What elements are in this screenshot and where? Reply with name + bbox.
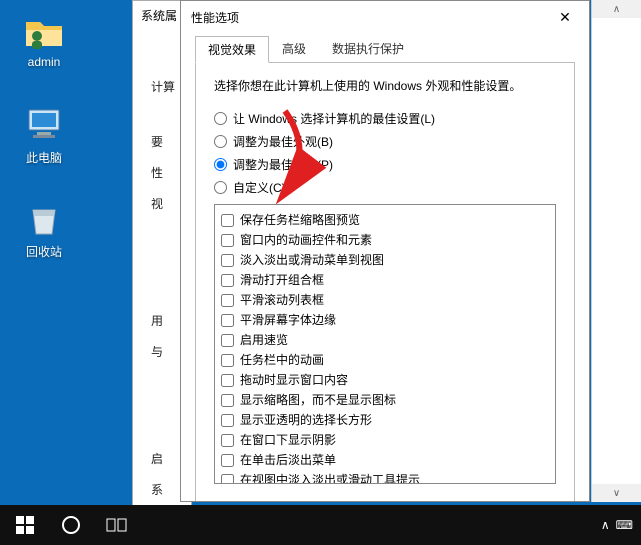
effect-checkbox-row[interactable]: 在视图中淡入淡出或滑动工具提示 xyxy=(221,471,549,484)
effect-checkbox-row[interactable]: 窗口内的动画控件和元素 xyxy=(221,231,549,249)
back-row: 系 xyxy=(151,481,183,498)
tab-dep[interactable]: 数据执行保护 xyxy=(319,35,417,62)
effect-checkbox-label: 平滑屏幕字体边缘 xyxy=(240,311,336,329)
radio-custom[interactable]: 自定义(C): xyxy=(214,179,556,196)
back-row: 性 xyxy=(151,164,183,181)
dialog-titlebar[interactable]: 性能选项 ✕ xyxy=(181,1,589,33)
effect-checkbox-row[interactable]: 显示亚透明的选择长方形 xyxy=(221,411,549,429)
taskbar: ∧ ⌨ xyxy=(0,505,641,545)
effect-checkbox[interactable] xyxy=(221,314,234,327)
effect-checkbox-row[interactable]: 平滑屏幕字体边缘 xyxy=(221,311,549,329)
effect-checkbox-label: 滑动打开组合框 xyxy=(240,271,324,289)
intro-text: 选择你想在此计算机上使用的 Windows 外观和性能设置。 xyxy=(214,77,556,94)
start-button[interactable] xyxy=(2,505,48,545)
effect-checkbox[interactable] xyxy=(221,474,234,485)
effect-checkbox-label: 显示亚透明的选择长方形 xyxy=(240,411,372,429)
effect-checkbox[interactable] xyxy=(221,214,234,227)
taskview-icon xyxy=(106,517,128,533)
effect-checkbox-label: 启用速览 xyxy=(240,331,288,349)
task-view-button[interactable] xyxy=(94,505,140,545)
tab-strip: 视觉效果 高级 数据执行保护 xyxy=(195,35,575,62)
effect-checkbox[interactable] xyxy=(221,414,234,427)
effects-checklist[interactable]: 保存任务栏缩略图预览窗口内的动画控件和元素淡入淡出或滑动菜单到视图滑动打开组合框… xyxy=(214,204,556,484)
close-icon: ✕ xyxy=(559,9,571,26)
effect-checkbox[interactable] xyxy=(221,374,234,387)
cortana-search-button[interactable] xyxy=(48,505,94,545)
back-tab-label: 计算 xyxy=(151,78,183,95)
effect-checkbox-row[interactable]: 淡入淡出或滑动菜单到视图 xyxy=(221,251,549,269)
radio-input[interactable] xyxy=(214,181,227,194)
tray-ime-icon[interactable]: ⌨ xyxy=(616,518,633,532)
effect-checkbox[interactable] xyxy=(221,354,234,367)
tab-label: 视觉效果 xyxy=(208,43,256,57)
radio-best-appearance[interactable]: 调整为最佳外观(B) xyxy=(214,133,556,150)
effect-checkbox-row[interactable]: 在窗口下显示阴影 xyxy=(221,431,549,449)
radio-let-windows-choose[interactable]: 让 Windows 选择计算机的最佳设置(L) xyxy=(214,110,556,127)
effect-checkbox-row[interactable]: 拖动时显示窗口内容 xyxy=(221,371,549,389)
effect-checkbox[interactable] xyxy=(221,274,234,287)
desktop-icon-label: admin xyxy=(8,55,80,69)
desktop-icon-recycle[interactable]: 回收站 xyxy=(8,198,80,260)
radio-input[interactable] xyxy=(214,135,227,148)
effect-checkbox[interactable] xyxy=(221,434,234,447)
radio-label: 调整为最佳外观(B) xyxy=(233,133,333,150)
back-row: 与 xyxy=(151,343,183,360)
scroll-down[interactable]: ∨ xyxy=(592,484,641,502)
radio-group: 让 Windows 选择计算机的最佳设置(L) 调整为最佳外观(B) 调整为最佳… xyxy=(214,110,556,196)
radio-label: 让 Windows 选择计算机的最佳设置(L) xyxy=(233,110,435,127)
effect-checkbox[interactable] xyxy=(221,394,234,407)
close-button[interactable]: ✕ xyxy=(545,3,585,31)
effect-checkbox-label: 拖动时显示窗口内容 xyxy=(240,371,348,389)
effect-checkbox-row[interactable]: 在单击后淡出菜单 xyxy=(221,451,549,469)
scroll-up[interactable]: ∧ xyxy=(592,0,641,18)
radio-input[interactable] xyxy=(214,158,227,171)
desktop-icon-label: 此电脑 xyxy=(8,149,80,166)
effect-checkbox-row[interactable]: 保存任务栏缩略图预览 xyxy=(221,211,549,229)
tray-chevron-up-icon[interactable]: ∧ xyxy=(601,518,610,532)
effect-checkbox-row[interactable]: 启用速览 xyxy=(221,331,549,349)
effect-checkbox[interactable] xyxy=(221,334,234,347)
back-row: 用 xyxy=(151,312,183,329)
background-scroll-area: ∧ ∨ xyxy=(591,0,641,502)
circle-icon xyxy=(61,515,81,535)
effect-checkbox-row[interactable]: 平滑滚动列表框 xyxy=(221,291,549,309)
tab-label: 数据执行保护 xyxy=(332,42,404,56)
windows-logo-icon xyxy=(16,516,34,534)
effect-checkbox-row[interactable]: 任务栏中的动画 xyxy=(221,351,549,369)
effect-checkbox-label: 淡入淡出或滑动菜单到视图 xyxy=(240,251,384,269)
effect-checkbox-label: 在单击后淡出菜单 xyxy=(240,451,336,469)
effect-checkbox[interactable] xyxy=(221,454,234,467)
user-folder-icon xyxy=(23,10,65,52)
back-row: 要 xyxy=(151,133,183,150)
radio-label: 调整为最佳性能(P) xyxy=(233,156,333,173)
effect-checkbox-row[interactable]: 滑动打开组合框 xyxy=(221,271,549,289)
effect-checkbox-label: 平滑滚动列表框 xyxy=(240,291,324,309)
radio-input[interactable] xyxy=(214,112,227,125)
effect-checkbox-label: 在视图中淡入淡出或滑动工具提示 xyxy=(240,471,420,484)
thispc-icon xyxy=(23,104,65,146)
effect-checkbox-row[interactable]: 显示缩略图，而不是显示图标 xyxy=(221,391,549,409)
tab-visual-effects[interactable]: 视觉效果 xyxy=(195,36,269,63)
performance-options-dialog: 性能选项 ✕ 视觉效果 高级 数据执行保护 选择你想在此计算机上使用的 Wind… xyxy=(180,0,590,502)
effect-checkbox-label: 任务栏中的动画 xyxy=(240,351,324,369)
effect-checkbox-label: 保存任务栏缩略图预览 xyxy=(240,211,360,229)
desktop-icon-label: 回收站 xyxy=(8,243,80,260)
radio-best-performance[interactable]: 调整为最佳性能(P) xyxy=(214,156,556,173)
back-row: 启 xyxy=(151,450,183,467)
effect-checkbox[interactable] xyxy=(221,294,234,307)
tab-advanced[interactable]: 高级 xyxy=(269,35,319,62)
effect-checkbox[interactable] xyxy=(221,234,234,247)
desktop-icon-admin[interactable]: admin xyxy=(8,10,80,69)
back-row: 视 xyxy=(151,195,183,212)
effect-checkbox-label: 显示缩略图，而不是显示图标 xyxy=(240,391,396,409)
tab-page-visual: 选择你想在此计算机上使用的 Windows 外观和性能设置。 让 Windows… xyxy=(195,62,575,501)
dialog-title: 性能选项 xyxy=(191,9,545,26)
recycle-icon xyxy=(23,198,65,240)
radio-label: 自定义(C): xyxy=(233,179,289,196)
effect-checkbox-label: 窗口内的动画控件和元素 xyxy=(240,231,372,249)
effect-checkbox-label: 在窗口下显示阴影 xyxy=(240,431,336,449)
effect-checkbox[interactable] xyxy=(221,254,234,267)
tab-label: 高级 xyxy=(282,42,306,56)
desktop-icon-thispc[interactable]: 此电脑 xyxy=(8,104,80,166)
